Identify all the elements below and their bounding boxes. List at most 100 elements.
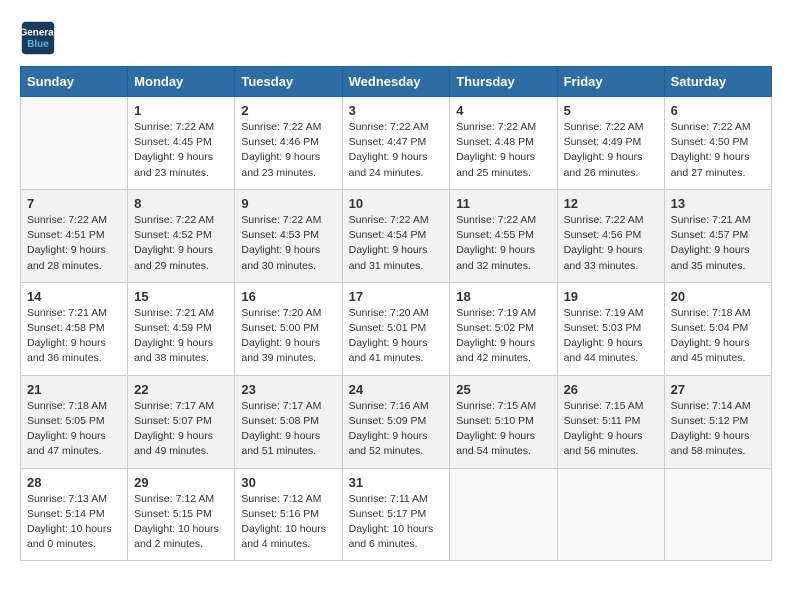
day-number: 27 [671, 382, 765, 397]
day-number: 3 [349, 103, 444, 118]
day-info: Sunrise: 7:19 AM Sunset: 5:03 PM Dayligh… [564, 306, 658, 367]
day-info: Sunrise: 7:22 AM Sunset: 4:51 PM Dayligh… [27, 213, 121, 274]
day-info: Sunrise: 7:22 AM Sunset: 4:47 PM Dayligh… [349, 120, 444, 181]
day-info: Sunrise: 7:20 AM Sunset: 5:01 PM Dayligh… [349, 306, 444, 367]
calendar-cell [450, 468, 557, 561]
day-number: 31 [349, 475, 444, 490]
day-info: Sunrise: 7:22 AM Sunset: 4:55 PM Dayligh… [456, 213, 550, 274]
calendar-cell: 12 Sunrise: 7:22 AM Sunset: 4:56 PM Dayli… [557, 189, 664, 282]
calendar-cell: 28 Sunrise: 7:13 AM Sunset: 5:14 PM Dayli… [21, 468, 128, 561]
day-info: Sunrise: 7:22 AM Sunset: 4:50 PM Dayligh… [671, 120, 765, 181]
day-info: Sunrise: 7:14 AM Sunset: 5:12 PM Dayligh… [671, 399, 765, 460]
day-info: Sunrise: 7:12 AM Sunset: 5:15 PM Dayligh… [134, 492, 228, 553]
weekday-tuesday: Tuesday [235, 67, 342, 97]
day-info: Sunrise: 7:17 AM Sunset: 5:07 PM Dayligh… [134, 399, 228, 460]
day-number: 19 [564, 289, 658, 304]
calendar-cell: 2 Sunrise: 7:22 AM Sunset: 4:46 PM Daylig… [235, 97, 342, 190]
calendar-cell: 15 Sunrise: 7:21 AM Sunset: 4:59 PM Dayli… [128, 282, 235, 375]
calendar-cell: 30 Sunrise: 7:12 AM Sunset: 5:16 PM Dayli… [235, 468, 342, 561]
calendar-week-3: 14Sunrise: 7:21 AM Sunset: 4:58 PM Dayli… [21, 282, 772, 375]
day-info: Sunrise: 7:18 AM Sunset: 5:04 PM Dayligh… [671, 306, 765, 367]
weekday-saturday: Saturday [664, 67, 771, 97]
day-number: 26 [564, 382, 658, 397]
day-info: Sunrise: 7:19 AM Sunset: 5:02 PM Dayligh… [456, 306, 550, 367]
day-number: 10 [349, 196, 444, 211]
calendar-week-4: 21 Sunrise: 7:18 AM Sunset: 5:05 PM Dayli… [21, 375, 772, 468]
day-number: 14 [27, 289, 121, 304]
weekday-wednesday: Wednesday [342, 67, 450, 97]
calendar-cell: 9 Sunrise: 7:22 AM Sunset: 4:53 PM Daylig… [235, 189, 342, 282]
header: General Blue [20, 20, 772, 56]
calendar-cell: 19 Sunrise: 7:19 AM Sunset: 5:03 PM Dayli… [557, 282, 664, 375]
calendar-cell: 26 Sunrise: 7:15 AM Sunset: 5:11 PM Dayli… [557, 375, 664, 468]
day-number: 13 [671, 196, 765, 211]
calendar-cell: 13Sunrise: 7:21 AM Sunset: 4:57 PM Dayli… [664, 189, 771, 282]
calendar-table: SundayMondayTuesdayWednesdayThursdayFrid… [20, 66, 772, 561]
day-number: 17 [349, 289, 444, 304]
calendar-cell: 20 Sunrise: 7:18 AM Sunset: 5:04 PM Dayli… [664, 282, 771, 375]
logo: General Blue [20, 20, 60, 56]
calendar-cell: 7Sunrise: 7:22 AM Sunset: 4:51 PM Daylig… [21, 189, 128, 282]
logo-icon: General Blue [20, 20, 56, 56]
calendar-cell: 4 Sunrise: 7:22 AM Sunset: 4:48 PM Daylig… [450, 97, 557, 190]
calendar-cell: 24Sunrise: 7:16 AM Sunset: 5:09 PM Dayli… [342, 375, 450, 468]
day-info: Sunrise: 7:20 AM Sunset: 5:00 PM Dayligh… [241, 306, 335, 367]
day-info: Sunrise: 7:22 AM Sunset: 4:49 PM Dayligh… [564, 120, 658, 181]
calendar-cell: 17 Sunrise: 7:20 AM Sunset: 5:01 PM Dayli… [342, 282, 450, 375]
day-number: 29 [134, 475, 228, 490]
day-number: 9 [241, 196, 335, 211]
calendar-week-5: 28 Sunrise: 7:13 AM Sunset: 5:14 PM Dayli… [21, 468, 772, 561]
day-number: 23 [241, 382, 335, 397]
day-info: Sunrise: 7:18 AM Sunset: 5:05 PM Dayligh… [27, 399, 121, 460]
day-number: 2 [241, 103, 335, 118]
day-info: Sunrise: 7:22 AM Sunset: 4:48 PM Dayligh… [456, 120, 550, 181]
calendar-body: 1 Sunrise: 7:22 AM Sunset: 4:45 PM Daylig… [21, 97, 772, 561]
day-info: Sunrise: 7:13 AM Sunset: 5:14 PM Dayligh… [27, 492, 121, 553]
day-info: Sunrise: 7:22 AM Sunset: 4:53 PM Dayligh… [241, 213, 335, 274]
weekday-monday: Monday [128, 67, 235, 97]
calendar-cell: 29 Sunrise: 7:12 AM Sunset: 5:15 PM Dayli… [128, 468, 235, 561]
day-info: Sunrise: 7:15 AM Sunset: 5:11 PM Dayligh… [564, 399, 658, 460]
day-info: Sunrise: 7:22 AM Sunset: 4:56 PM Dayligh… [564, 213, 658, 274]
day-info: Sunrise: 7:11 AM Sunset: 5:17 PM Dayligh… [349, 492, 444, 553]
day-info: Sunrise: 7:22 AM Sunset: 4:45 PM Dayligh… [134, 120, 228, 181]
calendar-cell [21, 97, 128, 190]
svg-text:Blue: Blue [27, 39, 49, 50]
day-info: Sunrise: 7:22 AM Sunset: 4:52 PM Dayligh… [134, 213, 228, 274]
calendar-week-1: 1 Sunrise: 7:22 AM Sunset: 4:45 PM Daylig… [21, 97, 772, 190]
calendar-cell: 6 Sunrise: 7:22 AM Sunset: 4:50 PM Daylig… [664, 97, 771, 190]
day-number: 11 [456, 196, 550, 211]
day-info: Sunrise: 7:22 AM Sunset: 4:54 PM Dayligh… [349, 213, 444, 274]
day-number: 16 [241, 289, 335, 304]
calendar-cell: 27 Sunrise: 7:14 AM Sunset: 5:12 PM Dayli… [664, 375, 771, 468]
day-number: 4 [456, 103, 550, 118]
weekday-thursday: Thursday [450, 67, 557, 97]
day-info: Sunrise: 7:21 AM Sunset: 4:59 PM Dayligh… [134, 306, 228, 367]
day-number: 30 [241, 475, 335, 490]
calendar-cell: 18Sunrise: 7:19 AM Sunset: 5:02 PM Dayli… [450, 282, 557, 375]
day-number: 21 [27, 382, 121, 397]
day-number: 1 [134, 103, 228, 118]
calendar-cell: 11 Sunrise: 7:22 AM Sunset: 4:55 PM Dayli… [450, 189, 557, 282]
weekday-sunday: Sunday [21, 67, 128, 97]
day-number: 12 [564, 196, 658, 211]
day-number: 20 [671, 289, 765, 304]
svg-text:General: General [20, 27, 56, 38]
day-number: 25 [456, 382, 550, 397]
day-number: 6 [671, 103, 765, 118]
day-info: Sunrise: 7:22 AM Sunset: 4:46 PM Dayligh… [241, 120, 335, 181]
day-number: 24 [349, 382, 444, 397]
calendar-week-2: 7Sunrise: 7:22 AM Sunset: 4:51 PM Daylig… [21, 189, 772, 282]
calendar-cell: 16 Sunrise: 7:20 AM Sunset: 5:00 PM Dayli… [235, 282, 342, 375]
calendar-cell: 22Sunrise: 7:17 AM Sunset: 5:07 PM Dayli… [128, 375, 235, 468]
day-info: Sunrise: 7:12 AM Sunset: 5:16 PM Dayligh… [241, 492, 335, 553]
calendar-cell: 3 Sunrise: 7:22 AM Sunset: 4:47 PM Daylig… [342, 97, 450, 190]
calendar-cell: 5Sunrise: 7:22 AM Sunset: 4:49 PM Daylig… [557, 97, 664, 190]
calendar-cell: 10 Sunrise: 7:22 AM Sunset: 4:54 PM Dayli… [342, 189, 450, 282]
day-number: 28 [27, 475, 121, 490]
weekday-header-row: SundayMondayTuesdayWednesdayThursdayFrid… [21, 67, 772, 97]
day-number: 15 [134, 289, 228, 304]
day-info: Sunrise: 7:15 AM Sunset: 5:10 PM Dayligh… [456, 399, 550, 460]
calendar-cell: 8 Sunrise: 7:22 AM Sunset: 4:52 PM Daylig… [128, 189, 235, 282]
day-number: 8 [134, 196, 228, 211]
